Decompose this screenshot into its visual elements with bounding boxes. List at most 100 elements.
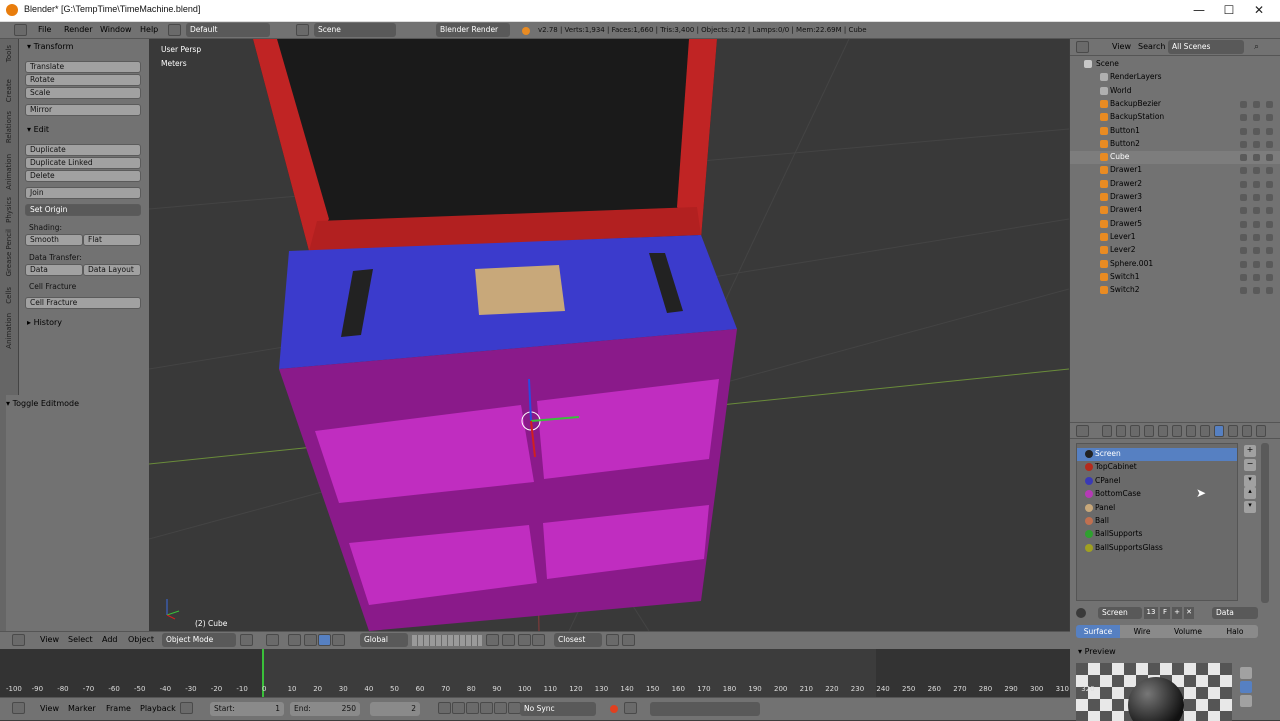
texture-tab-icon[interactable] xyxy=(1228,425,1238,437)
remove-slot-button[interactable]: − xyxy=(1244,459,1256,471)
timeline-editor-icon[interactable] xyxy=(12,702,25,714)
scene-tab-icon[interactable] xyxy=(1130,425,1140,437)
outliner-filter-select[interactable]: All Scenes xyxy=(1168,40,1244,54)
eye-icon[interactable] xyxy=(1240,194,1247,201)
vp-menu-add[interactable]: Add xyxy=(102,635,118,644)
select-icon[interactable] xyxy=(1253,194,1260,201)
render-icon[interactable] xyxy=(1266,233,1273,241)
sync-mode-select[interactable]: No Sync xyxy=(520,702,596,716)
preview-range-icon[interactable] xyxy=(180,702,193,714)
eye-icon[interactable] xyxy=(1240,167,1247,175)
material-slot-row[interactable]: BallSupportsGlass xyxy=(1077,542,1237,555)
material-slot-row[interactable]: BottomCase xyxy=(1077,488,1237,501)
halo-tab[interactable]: Halo xyxy=(1212,625,1258,638)
snap-toggle-icon[interactable] xyxy=(518,634,531,646)
outliner-row[interactable]: Drawer2 xyxy=(1070,178,1280,191)
snap-target-select[interactable]: Closest xyxy=(554,633,602,647)
opengl-anim-icon[interactable] xyxy=(622,634,635,646)
eye-icon[interactable] xyxy=(1240,220,1247,228)
surface-tab[interactable]: Surface xyxy=(1076,625,1120,638)
outliner-row[interactable]: Lever1 xyxy=(1070,231,1280,244)
constraints-tab-icon[interactable] xyxy=(1172,425,1182,437)
volume-tab[interactable]: Volume xyxy=(1164,625,1212,638)
render-icon[interactable] xyxy=(1266,127,1273,135)
menu-render[interactable]: Render xyxy=(64,25,92,34)
tl-menu-playback[interactable]: Playback xyxy=(140,704,176,713)
start-frame-field[interactable]: Start: 1 xyxy=(210,702,284,716)
modifiers-tab-icon[interactable] xyxy=(1186,425,1196,437)
data-layout-button[interactable]: Data Layout xyxy=(83,264,141,276)
material-slot-row[interactable]: Ball xyxy=(1077,515,1237,528)
material-slot-row[interactable]: Screen xyxy=(1077,448,1237,461)
play-icon[interactable] xyxy=(480,702,493,714)
outliner-search-icon[interactable]: ⌕ xyxy=(1254,42,1259,52)
select-icon[interactable] xyxy=(1253,207,1260,215)
select-icon[interactable] xyxy=(1253,273,1260,281)
eye-icon[interactable] xyxy=(1240,154,1247,162)
layout-select[interactable]: Default xyxy=(186,23,270,37)
data-button[interactable]: Data xyxy=(25,264,83,276)
tab-create[interactable]: Create xyxy=(5,79,13,102)
tab-relations[interactable]: Relations xyxy=(5,111,13,143)
render-icon[interactable] xyxy=(1266,273,1273,281)
material-link-select[interactable]: Data xyxy=(1212,607,1258,619)
material-slot-row[interactable]: CPanel xyxy=(1077,475,1237,488)
select-icon[interactable] xyxy=(1253,154,1260,162)
material-tab-icon[interactable] xyxy=(1214,425,1224,437)
delete-button[interactable]: Delete xyxy=(25,170,141,182)
object-tab-icon[interactable] xyxy=(1158,425,1168,437)
render-icon[interactable] xyxy=(1266,114,1273,122)
outliner-row[interactable]: Drawer1 xyxy=(1070,164,1280,177)
wire-tab[interactable]: Wire xyxy=(1120,625,1164,638)
select-icon[interactable] xyxy=(1253,233,1260,241)
layer-lock-icon[interactable] xyxy=(486,634,499,646)
eye-icon[interactable] xyxy=(1240,127,1247,135)
edit-panel-header[interactable]: ▾ Edit xyxy=(27,125,49,134)
outliner-row[interactable]: Drawer5 xyxy=(1070,218,1280,231)
outliner-editor-icon[interactable] xyxy=(1076,41,1089,53)
outliner-row[interactable]: World xyxy=(1070,85,1280,98)
scale-manip-icon[interactable] xyxy=(332,634,345,646)
outliner-row[interactable]: Cube xyxy=(1070,151,1280,165)
tab-grease-pencil[interactable]: Grease Pencil xyxy=(5,229,13,276)
outliner-row[interactable]: Button2 xyxy=(1070,138,1280,151)
material-slot-row[interactable]: Panel xyxy=(1077,502,1237,515)
end-frame-field[interactable]: End: 250 xyxy=(290,702,360,716)
outliner-row[interactable]: Sphere.001 xyxy=(1070,258,1280,271)
eye-icon[interactable] xyxy=(1240,180,1247,188)
jump-keyframe-forward-icon[interactable] xyxy=(494,702,507,714)
render-icon[interactable] xyxy=(1266,180,1273,188)
render-tab-icon[interactable] xyxy=(1102,425,1112,437)
outliner-row[interactable]: Scene xyxy=(1070,58,1280,71)
eye-icon[interactable] xyxy=(1240,100,1247,108)
menu-help[interactable]: Help xyxy=(140,25,158,34)
select-icon[interactable] xyxy=(1253,100,1260,108)
active-keying-set-select[interactable] xyxy=(650,702,760,716)
select-icon[interactable] xyxy=(1253,167,1260,175)
rotate-manip-icon[interactable] xyxy=(318,634,331,646)
menu-file[interactable]: File xyxy=(38,25,51,34)
render-icon[interactable] xyxy=(1266,287,1273,295)
vp-menu-object[interactable]: Object xyxy=(128,635,154,644)
snap-element-icon[interactable] xyxy=(532,634,545,646)
timeline[interactable]: -100 -90 -80 -70 -60 -50 -40 -30 -20 -10 0 10 20 30 40… xyxy=(0,649,1095,697)
move-up-button[interactable]: ▴ xyxy=(1244,487,1256,499)
proportional-edit-icon[interactable] xyxy=(502,634,515,646)
outliner-menu-search[interactable]: Search xyxy=(1138,42,1165,51)
unlink-material-button[interactable]: ✕ xyxy=(1184,607,1194,619)
translate-manip-icon[interactable] xyxy=(304,634,317,646)
render-icon[interactable] xyxy=(1266,247,1273,255)
select-icon[interactable] xyxy=(1253,180,1260,188)
cell-fracture-button[interactable]: Cell Fracture xyxy=(25,297,141,309)
tl-menu-marker[interactable]: Marker xyxy=(68,704,96,713)
render-icon[interactable] xyxy=(1266,220,1273,228)
jump-keyframe-back-icon[interactable] xyxy=(452,702,465,714)
translate-button[interactable]: Translate xyxy=(25,61,141,73)
outliner-row[interactable]: Drawer3 xyxy=(1070,191,1280,204)
flat-button[interactable]: Flat xyxy=(83,234,141,246)
shading-mode-icon[interactable] xyxy=(240,634,253,646)
select-icon[interactable] xyxy=(1253,114,1260,122)
physics-tab-icon[interactable] xyxy=(1256,425,1266,437)
current-frame-field[interactable]: 2 xyxy=(370,702,420,716)
auto-key-icon[interactable] xyxy=(610,705,618,713)
